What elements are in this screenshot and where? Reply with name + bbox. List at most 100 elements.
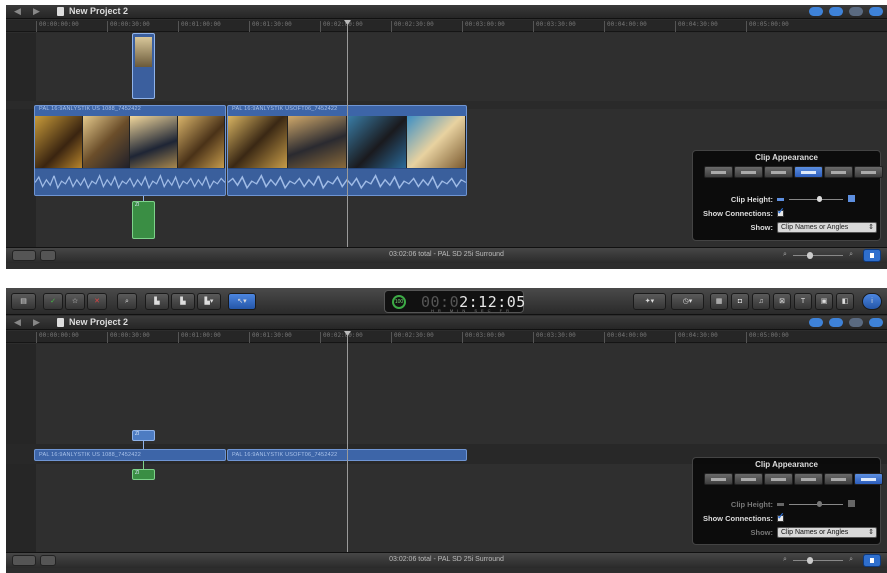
- show-connections-checkbox[interactable]: [777, 206, 785, 217]
- zoom-in-icon[interactable]: ⌕: [849, 251, 853, 259]
- clip-height-large-icon: [848, 195, 855, 202]
- clip-filmstrip: [35, 116, 225, 168]
- filmstrip-frame: [287, 116, 347, 168]
- connected-audio-clip[interactable]: ZI: [132, 469, 155, 480]
- clip-name: ZI: [135, 431, 140, 437]
- insert-button[interactable]: ▙: [171, 293, 195, 310]
- solo-icon[interactable]: [849, 318, 863, 327]
- appearance-labels-only-button[interactable]: [854, 166, 883, 178]
- zoom-knob[interactable]: [807, 557, 813, 564]
- storyline-clip-1[interactable]: PAL 16:9ANLYSTIK US 1088_7452422: [34, 449, 226, 461]
- appearance-labels-only-button[interactable]: [854, 473, 883, 485]
- snapping-icon[interactable]: [829, 7, 843, 16]
- import-button[interactable]: ▤: [11, 293, 36, 310]
- connected-clip-upper[interactable]: [132, 33, 155, 99]
- zoom-in-icon[interactable]: ⌕: [849, 556, 853, 564]
- back-icon[interactable]: ◀: [14, 317, 21, 328]
- ruler-tick: 00:03:30:00: [533, 21, 576, 32]
- skimming-icon[interactable]: [869, 318, 883, 327]
- skimming-icon[interactable]: [869, 7, 883, 16]
- forward-icon[interactable]: ▶: [33, 6, 40, 17]
- title-icon[interactable]: T: [794, 293, 812, 310]
- show-select[interactable]: Clip Names or Angles: [777, 527, 877, 538]
- connected-clip-upper[interactable]: ZI: [132, 430, 155, 441]
- filmstrip-frame: [347, 116, 407, 168]
- timeline-view-controls[interactable]: [809, 7, 883, 16]
- effects-browser-icon[interactable]: ▦: [710, 293, 728, 310]
- clip-height-track: [789, 504, 843, 505]
- ruler-tick: 00:04:00:00: [604, 21, 647, 32]
- timeline-titlebar: ◀ ▶ New Project 2: [6, 5, 887, 19]
- audio-skimming-icon[interactable]: [809, 318, 823, 327]
- info-icon[interactable]: i: [862, 293, 882, 310]
- popover-title: Clip Appearance: [755, 153, 818, 162]
- appearance-large-waveform-button[interactable]: [734, 473, 763, 485]
- appearance-large-filmstrip-button[interactable]: [794, 166, 823, 178]
- connected-audio-clip[interactable]: ZI: [132, 201, 155, 239]
- camera-icon[interactable]: ◘: [731, 293, 749, 310]
- retime-button[interactable]: ◷▾: [671, 293, 704, 310]
- zoom-slider[interactable]: ⌕ ⌕: [783, 251, 853, 260]
- timeline-ruler[interactable]: 00:00:00:00 00:00:30:00 00:01:00:00 00:0…: [6, 331, 887, 343]
- connected-clip-thumbnail: [135, 37, 152, 67]
- appearance-large-waveform-button[interactable]: [734, 166, 763, 178]
- dashboard-timecode[interactable]: 100 00:02:12:05 HR MIN SEC FR: [384, 290, 525, 313]
- transitions-icon[interactable]: ⊠: [773, 293, 791, 310]
- generators-icon[interactable]: ▣: [815, 293, 833, 310]
- appearance-filmstrip-only-button[interactable]: [824, 473, 853, 485]
- music-icon[interactable]: ♫: [752, 293, 770, 310]
- show-connections-checkbox[interactable]: [777, 511, 785, 522]
- favorite-button[interactable]: ✓: [43, 293, 63, 310]
- arrow-tool-icon[interactable]: ↖▾: [228, 293, 256, 310]
- filmstrip-frame: [228, 116, 288, 168]
- playhead[interactable]: [347, 21, 348, 247]
- connect-button[interactable]: ▙: [145, 293, 169, 310]
- ruler-tick: 00:03:00:00: [462, 21, 505, 32]
- playhead[interactable]: [347, 332, 348, 552]
- themes-icon[interactable]: ◧: [836, 293, 854, 310]
- clip-height-slider[interactable]: [777, 195, 857, 203]
- clip-height-knob[interactable]: [817, 196, 822, 202]
- project-title: New Project 2: [69, 6, 129, 16]
- forward-icon[interactable]: ▶: [33, 317, 40, 328]
- ruler-tick: 00:01:30:00: [249, 21, 292, 32]
- enhancements-button[interactable]: ✦▾: [633, 293, 666, 310]
- magnifier-icon[interactable]: ⌕: [117, 293, 137, 310]
- ruler-tick: 00:04:30:00: [675, 332, 718, 343]
- project-icon: [57, 7, 64, 16]
- appearance-equal-button[interactable]: [764, 166, 793, 178]
- clip-appearance-popover: Clip Appearance Clip Height: Show Connec…: [692, 150, 883, 241]
- timeline-panel-bottom: ▤ ✓ ☆ ✕ ⌕ ▙ ▙ ▙▾ ↖▾ 100 00:02:12:05 HR M…: [6, 288, 887, 573]
- unrate-button[interactable]: ☆: [65, 293, 85, 310]
- appearance-waveform-only-button[interactable]: [704, 473, 733, 485]
- appearance-filmstrip-only-button[interactable]: [824, 166, 853, 178]
- zoom-knob[interactable]: [807, 252, 813, 259]
- zoom-out-icon[interactable]: ⌕: [783, 556, 787, 564]
- filmstrip-frame: [177, 116, 225, 168]
- clip-appearance-button[interactable]: [863, 249, 881, 262]
- reject-button[interactable]: ✕: [87, 293, 107, 310]
- zoom-slider[interactable]: ⌕ ⌕: [783, 556, 853, 565]
- solo-icon[interactable]: [849, 7, 863, 16]
- background-tasks-indicator[interactable]: 100: [392, 295, 406, 309]
- appearance-equal-button[interactable]: [764, 473, 793, 485]
- project-title: New Project 2: [69, 317, 129, 327]
- clip-appearance-button[interactable]: [863, 554, 881, 567]
- storyline-clip-1[interactable]: PAL 16:9ANLYSTIK US 1088_7452422: [34, 105, 226, 196]
- ruler-tick: 00:00:00:00: [36, 21, 79, 32]
- snapping-icon[interactable]: [829, 318, 843, 327]
- appearance-large-filmstrip-button[interactable]: [794, 473, 823, 485]
- project-icon: [57, 318, 64, 327]
- clip-appearance-segments[interactable]: [704, 473, 883, 485]
- ruler-tick: 00:02:00:00: [320, 21, 363, 32]
- clip-height-slider: [777, 500, 857, 508]
- back-icon[interactable]: ◀: [14, 6, 21, 17]
- appearance-waveform-only-button[interactable]: [704, 166, 733, 178]
- timeline-view-controls[interactable]: [809, 318, 883, 327]
- audio-skimming-icon[interactable]: [809, 7, 823, 16]
- append-button[interactable]: ▙▾: [197, 293, 221, 310]
- clip-appearance-segments[interactable]: [704, 166, 883, 178]
- zoom-out-icon[interactable]: ⌕: [783, 251, 787, 259]
- timeline-ruler[interactable]: 00:00:00:00 00:00:30:00 00:01:00:00 00:0…: [6, 20, 887, 32]
- show-select[interactable]: Clip Names or Angles: [777, 222, 877, 233]
